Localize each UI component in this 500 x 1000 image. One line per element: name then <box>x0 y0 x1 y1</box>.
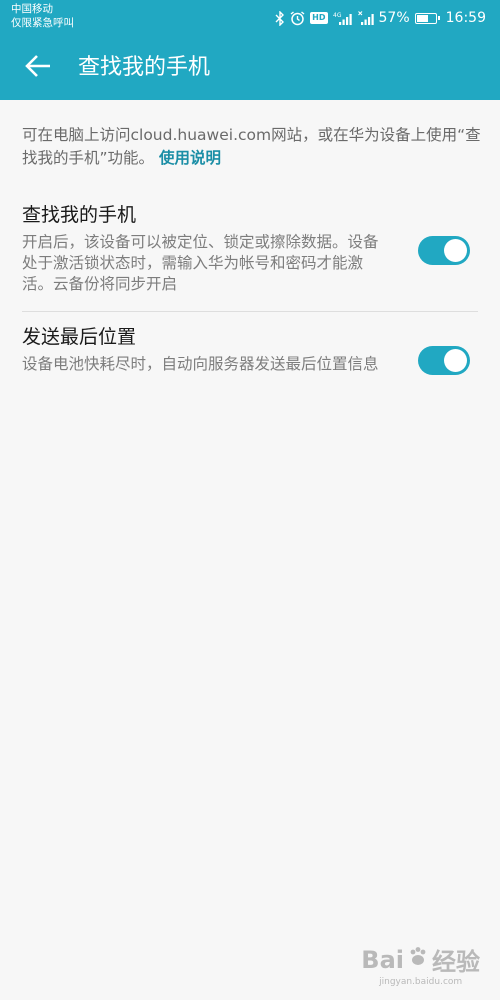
status-bar: 中国移动 仅限紧急呼叫 HD 4G 57% 16:59 <box>0 0 500 36</box>
send-last-location-toggle[interactable] <box>418 346 470 375</box>
page-title: 查找我的手机 <box>78 55 211 80</box>
setting-find-my-phone: 查找我的手机 开启后，该设备可以被定位、锁定或擦除数据。设备处于激活锁状态时，需… <box>22 202 478 295</box>
setting-title: 查找我的手机 <box>22 204 137 226</box>
no-sim-signal-icon <box>357 10 374 26</box>
watermark-text-right: 经验 <box>432 948 480 976</box>
intro-text: 可在电脑上访问cloud.huawei.com网站，或在华为设备上使用“查找我的… <box>22 124 482 170</box>
setting-description: 设备电池快耗尽时，自动向服务器发送最后位置信息 <box>22 355 379 373</box>
carrier-info: 中国移动 仅限紧急呼叫 <box>11 2 74 30</box>
setting-title: 发送最后位置 <box>22 326 137 348</box>
watermark-text-left: Bai <box>361 945 404 974</box>
watermark-url: jingyan.baidu.com <box>379 977 463 987</box>
toggle-knob <box>444 349 467 372</box>
divider <box>22 311 478 312</box>
setting-description: 开启后，该设备可以被定位、锁定或擦除数据。设备处于激活锁状态时，需输入华为帐号和… <box>22 233 379 293</box>
clock: 16:59 <box>445 10 486 26</box>
battery-icon <box>414 12 440 24</box>
status-icons: HD 4G 57% 16:59 <box>275 8 486 28</box>
carrier-name: 中国移动 <box>11 3 53 15</box>
signal-icon: 4G <box>333 11 353 26</box>
toggle-knob <box>444 239 467 262</box>
paw-icon <box>407 946 429 974</box>
alarm-icon <box>290 10 305 26</box>
bluetooth-icon <box>275 10 285 26</box>
baidu-watermark: Bai 经验 jingyan.baidu.com <box>361 942 480 988</box>
help-link[interactable]: 使用说明 <box>159 149 221 167</box>
setting-send-last-location: 发送最后位置 设备电池快耗尽时，自动向服务器发送最后位置信息 <box>22 324 478 375</box>
battery-percent: 57% <box>378 10 410 26</box>
back-button[interactable] <box>22 52 54 84</box>
app-bar: 查找我的手机 <box>0 36 500 100</box>
find-my-phone-toggle[interactable] <box>418 236 470 265</box>
hd-icon: HD <box>310 12 328 24</box>
back-arrow-icon <box>24 54 52 82</box>
emergency-only-label: 仅限紧急呼叫 <box>11 17 74 29</box>
svg-text:4G: 4G <box>333 12 342 19</box>
intro-description: 可在电脑上访问cloud.huawei.com网站，或在华为设备上使用“查找我的… <box>22 126 481 167</box>
